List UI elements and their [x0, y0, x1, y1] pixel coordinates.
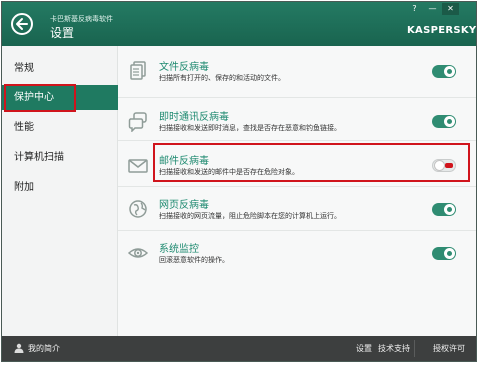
minimize-button[interactable]: — — [424, 3, 441, 15]
sidebar-item-protection-center[interactable]: 保护中心 — [2, 85, 118, 110]
protection-components-list: 文件反病毒 扫描所有打开的、保存的和活动的文件。 即时通讯反病毒 扫描接收和发送… — [118, 46, 476, 336]
component-title[interactable]: 系统监控 — [159, 240, 199, 255]
header-bar: 卡巴斯基反病毒软件 设置 ? — ✕ KASPERSKY — [2, 2, 476, 46]
component-title[interactable]: 即时通讯反病毒 — [159, 108, 229, 123]
component-row-web-antivirus: 网页反病毒 扫描接收的网页流量，阻止危险脚本在您的计算机上运行。 — [118, 186, 476, 236]
my-profile-link[interactable]: 我的简介 — [28, 343, 60, 354]
toggle-knob — [444, 204, 455, 215]
file-antivirus-icon — [130, 61, 146, 80]
web-antivirus-icon — [129, 200, 147, 218]
component-row-system-watcher: 系统监控 回滚恶意软件的操作。 — [118, 230, 476, 280]
toggle-knob — [444, 116, 455, 127]
sidebar: 常规 保护中心 性能 计算机扫描 附加 — [2, 46, 118, 336]
component-title[interactable]: 网页反病毒 — [159, 196, 209, 211]
web-antivirus-toggle[interactable] — [432, 203, 456, 216]
component-row-mail-antivirus: 邮件反病毒 扫描接收和发送的邮件中是否存在危险对象。 — [118, 142, 476, 192]
system-watcher-icon — [128, 248, 148, 258]
toggle-knob — [434, 160, 445, 171]
im-antivirus-toggle[interactable] — [432, 115, 456, 128]
close-button[interactable]: ✕ — [442, 3, 459, 15]
sidebar-item-general[interactable]: 常规 — [2, 56, 118, 81]
kaspersky-logo: KASPERSKY — [407, 25, 477, 36]
back-arrow-icon — [16, 18, 28, 30]
toggle-off-indicator — [445, 163, 453, 168]
mail-antivirus-icon — [128, 159, 148, 173]
divider — [118, 140, 476, 141]
toggle-knob — [444, 248, 455, 259]
sidebar-item-computer-scan[interactable]: 计算机扫描 — [2, 145, 118, 170]
sidebar-item-additional[interactable]: 附加 — [2, 175, 118, 200]
app-name: 卡巴斯基反病毒软件 — [50, 15, 113, 23]
page-title: 设置 — [50, 26, 75, 40]
back-button[interactable] — [11, 13, 33, 35]
footer-bar: 我的简介 设置 技术支持 授权许可 — [2, 336, 476, 361]
settings-link[interactable]: 设置 — [356, 343, 372, 354]
toggle-knob — [444, 66, 455, 77]
main-window: 卡巴斯基反病毒软件 设置 ? — ✕ KASPERSKY 常规 保护中心 性能 … — [1, 1, 477, 362]
support-link[interactable]: 技术支持 — [378, 343, 410, 354]
component-description: 扫描接收和发送的邮件中是否存在危险对象。 — [159, 168, 299, 176]
component-title[interactable]: 文件反病毒 — [159, 58, 209, 73]
component-description: 扫描接收和发送即时消息，查找是否存在恶意和钓鱼链接。 — [159, 124, 341, 132]
system-watcher-toggle[interactable] — [432, 247, 456, 260]
help-button[interactable]: ? — [406, 3, 423, 15]
component-description: 扫描接收的网页流量，阻止危险脚本在您的计算机上运行。 — [159, 212, 341, 220]
component-description: 扫描所有打开的、保存的和活动的文件。 — [159, 74, 285, 82]
user-icon — [14, 343, 24, 353]
file-antivirus-toggle[interactable] — [432, 65, 456, 78]
component-title[interactable]: 邮件反病毒 — [159, 152, 209, 167]
sidebar-item-performance[interactable]: 性能 — [2, 115, 118, 140]
im-antivirus-icon — [128, 112, 147, 132]
component-row-file-antivirus: 文件反病毒 扫描所有打开的、保存的和活动的文件。 — [118, 48, 476, 98]
component-description: 回滚恶意软件的操作。 — [159, 256, 229, 264]
license-link[interactable]: 授权许可 — [433, 343, 465, 354]
mail-antivirus-toggle[interactable] — [432, 159, 456, 172]
footer-divider — [414, 340, 415, 357]
